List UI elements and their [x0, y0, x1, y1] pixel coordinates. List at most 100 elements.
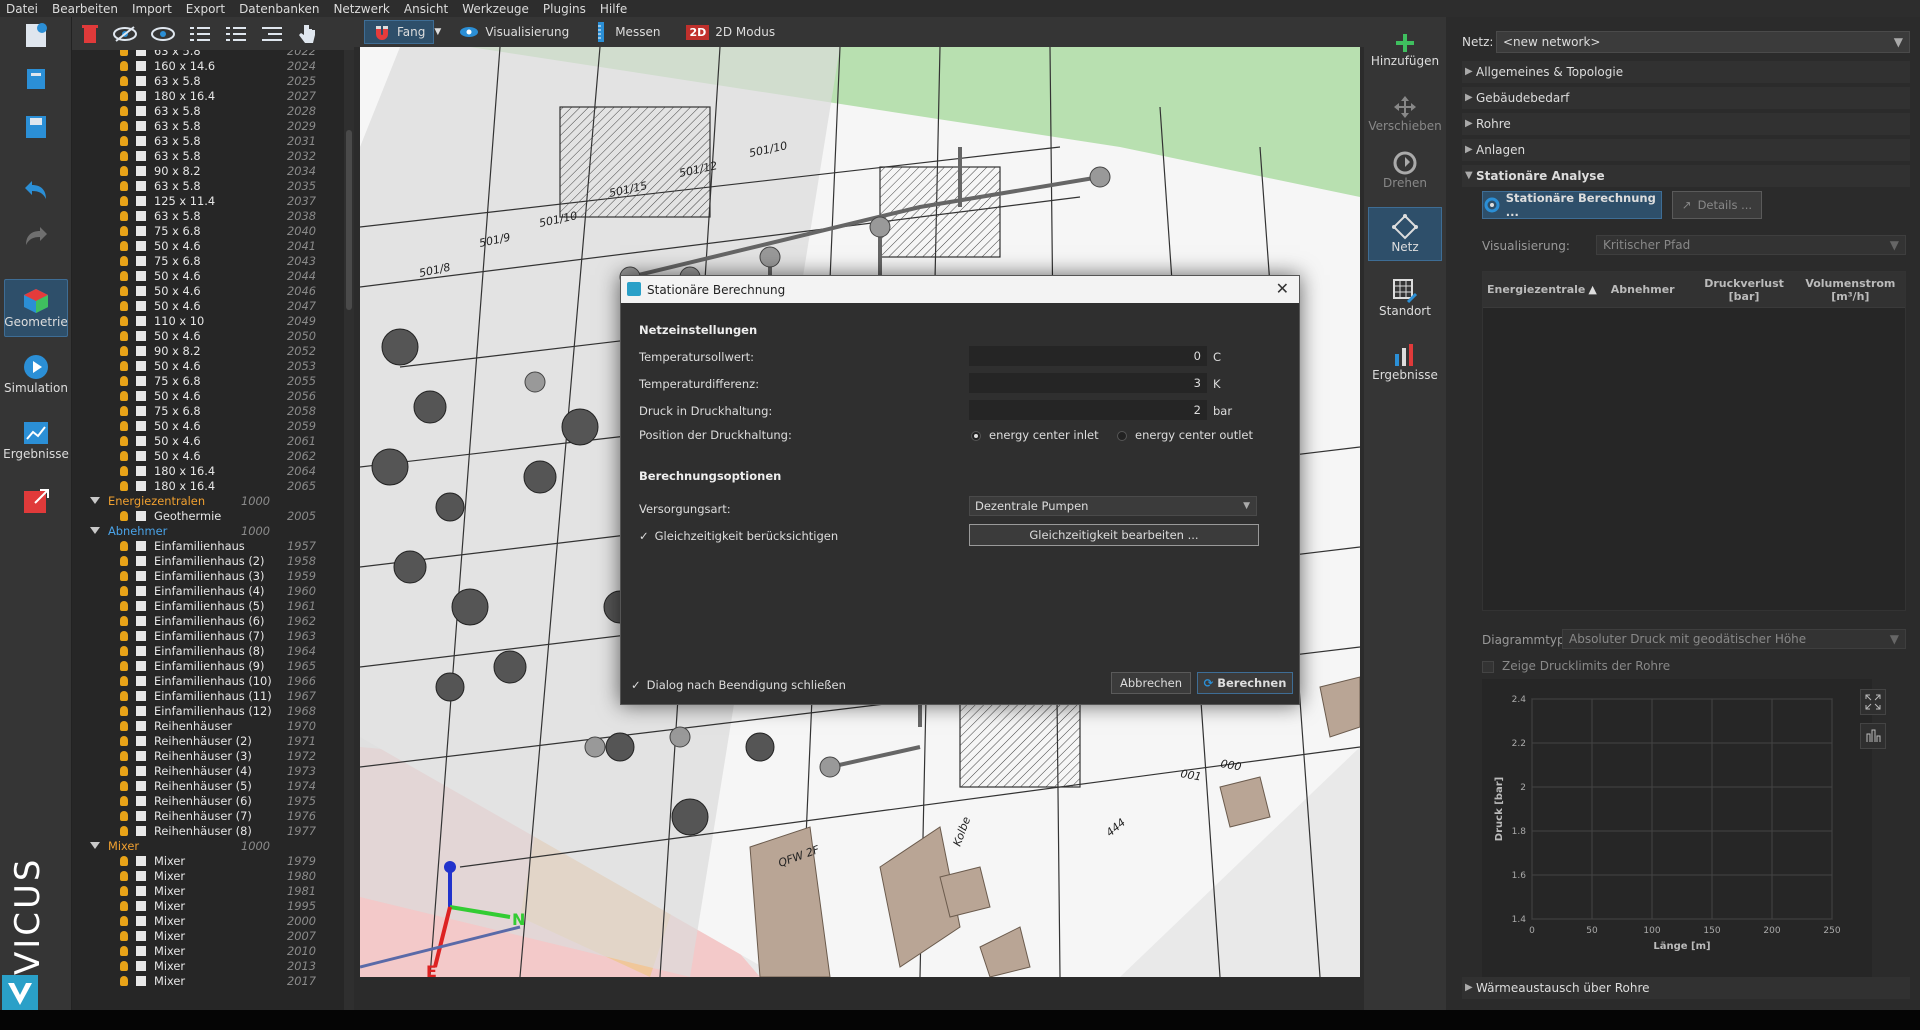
section-plants[interactable]: ▶ Anlagen: [1462, 139, 1910, 161]
col-energy-center[interactable]: Energiezentrale ▲: [1483, 272, 1597, 307]
checkbox-icon[interactable]: [136, 885, 146, 896]
lightbulb-icon[interactable]: [120, 675, 128, 686]
lightbulb-icon[interactable]: [120, 195, 128, 206]
checkbox-icon[interactable]: [136, 555, 146, 566]
section-pipes[interactable]: ▶ Rohre: [1462, 113, 1910, 135]
chart-options-button[interactable]: [1860, 723, 1886, 749]
lightbulb-icon[interactable]: [120, 300, 128, 311]
checkbox-icon[interactable]: [136, 930, 146, 941]
checkbox-icon[interactable]: [136, 180, 146, 191]
save-button[interactable]: [4, 113, 68, 147]
lightbulb-icon[interactable]: [120, 750, 128, 761]
tree-item[interactable]: Mixer 2000: [72, 913, 344, 928]
checkbox-icon[interactable]: [136, 660, 146, 671]
checkbox-icon[interactable]: [136, 300, 146, 311]
checkbox-icon[interactable]: [136, 450, 146, 461]
tree-item[interactable]: 63 x 5.8 2032: [72, 148, 344, 163]
tdiff-input[interactable]: 3: [969, 373, 1207, 393]
checkbox-icon[interactable]: [136, 420, 146, 431]
lightbulb-icon[interactable]: [120, 270, 128, 281]
checkbox-icon[interactable]: [136, 600, 146, 611]
checkbox-icon[interactable]: [136, 960, 146, 971]
object-tree[interactable]: 63 x 5.8 2022 160 x 14.6 2024 63 x 5.8 2025 18…: [72, 50, 354, 1010]
tree-item[interactable]: Mixer 1979: [72, 853, 344, 868]
section-heat-exchange[interactable]: ▶ Wärmeaustausch über Rohre: [1462, 977, 1910, 999]
checkbox-icon[interactable]: [136, 780, 146, 791]
tree-item[interactable]: Einfamilienhaus (8) 1964: [72, 643, 344, 658]
select-all-icon[interactable]: [188, 24, 212, 44]
fit-chart-button[interactable]: [1860, 689, 1886, 715]
lightbulb-icon[interactable]: [120, 630, 128, 641]
tree-category[interactable]: Energiezentralen 1000: [72, 493, 344, 508]
lightbulb-icon[interactable]: [120, 510, 128, 521]
lightbulb-icon[interactable]: [120, 225, 128, 236]
checkbox-icon[interactable]: [136, 570, 146, 581]
menu-item-plugins[interactable]: Plugins: [543, 2, 586, 16]
checkbox-icon[interactable]: [136, 195, 146, 206]
lightbulb-icon[interactable]: [120, 615, 128, 626]
lightbulb-icon[interactable]: [120, 255, 128, 266]
lightbulb-icon[interactable]: [120, 930, 128, 941]
tree-item[interactable]: 63 x 5.8 2035: [72, 178, 344, 193]
lightbulb-icon[interactable]: [120, 960, 128, 971]
tree-item[interactable]: 63 x 5.8 2029: [72, 118, 344, 133]
lightbulb-icon[interactable]: [120, 645, 128, 656]
checkbox-icon[interactable]: [136, 645, 146, 656]
visualization-select[interactable]: Kritischer Pfad ▼: [1596, 235, 1906, 255]
lightbulb-icon[interactable]: [120, 90, 128, 101]
checkbox-icon[interactable]: [136, 270, 146, 281]
2d-mode-button[interactable]: 2D 2D Modus: [678, 20, 783, 44]
checkbox-icon[interactable]: [136, 540, 146, 551]
menu-item-netzwerk[interactable]: Netzwerk: [333, 2, 389, 16]
lightbulb-icon[interactable]: [120, 240, 128, 251]
lightbulb-icon[interactable]: [120, 705, 128, 716]
lightbulb-icon[interactable]: [120, 330, 128, 341]
tree-item[interactable]: 63 x 5.8 2022: [72, 50, 344, 58]
tree-item[interactable]: Geothermie 2005: [72, 508, 344, 523]
checkbox-icon[interactable]: [136, 735, 146, 746]
tree-item[interactable]: 180 x 16.4 2027: [72, 88, 344, 103]
undo-button[interactable]: [4, 177, 68, 211]
network-button[interactable]: Netz: [1368, 207, 1442, 261]
tree-item[interactable]: Einfamilienhaus (6) 1962: [72, 613, 344, 628]
checkbox-icon[interactable]: [136, 855, 146, 866]
tree-item[interactable]: 75 x 6.8 2040: [72, 223, 344, 238]
menu-item-export[interactable]: Export: [186, 2, 225, 16]
snap-dropdown-icon[interactable]: ▼: [434, 27, 441, 37]
checkbox-icon[interactable]: [136, 375, 146, 386]
tree-item[interactable]: Einfamilienhaus (7) 1963: [72, 628, 344, 643]
lightbulb-icon[interactable]: [120, 765, 128, 776]
lightbulb-icon[interactable]: [120, 900, 128, 911]
lightbulb-icon[interactable]: [120, 735, 128, 746]
tree-item[interactable]: Mixer 1995: [72, 898, 344, 913]
lightbulb-icon[interactable]: [120, 135, 128, 146]
menu-item-datenbanken[interactable]: Datenbanken: [239, 2, 319, 16]
collapse-icon[interactable]: [260, 24, 284, 44]
menu-item-ansicht[interactable]: Ansicht: [404, 2, 448, 16]
results-button[interactable]: Ergebnisse: [1368, 335, 1442, 389]
lightbulb-icon[interactable]: [120, 180, 128, 191]
lightbulb-icon[interactable]: [120, 600, 128, 611]
measure-button[interactable]: Messen: [587, 20, 668, 44]
show-icon[interactable]: [150, 25, 176, 43]
checkbox-icon[interactable]: [136, 915, 146, 926]
redo-button[interactable]: [4, 223, 68, 257]
checkbox-icon[interactable]: [136, 90, 146, 101]
tree-item[interactable]: Mixer 2010: [72, 943, 344, 958]
lightbulb-icon[interactable]: [120, 795, 128, 806]
tree-item[interactable]: 50 x 4.6 2047: [72, 298, 344, 313]
checkbox-icon[interactable]: [136, 690, 146, 701]
menu-item-werkzeuge[interactable]: Werkzeuge: [462, 2, 529, 16]
lightbulb-icon[interactable]: [120, 105, 128, 116]
hand-pointer-icon[interactable]: [296, 23, 316, 45]
lightbulb-icon[interactable]: [120, 345, 128, 356]
tree-item[interactable]: 50 x 4.6 2062: [72, 448, 344, 463]
pressure-input[interactable]: 2: [969, 400, 1207, 420]
lightbulb-icon[interactable]: [120, 570, 128, 581]
checkbox-icon[interactable]: [136, 120, 146, 131]
lightbulb-icon[interactable]: [120, 75, 128, 86]
checkbox-icon[interactable]: [136, 255, 146, 266]
tree-category[interactable]: Abnehmer 1000: [72, 523, 344, 538]
checkbox-icon[interactable]: [136, 315, 146, 326]
results-mode-button[interactable]: Ergebnisse: [3, 411, 69, 469]
